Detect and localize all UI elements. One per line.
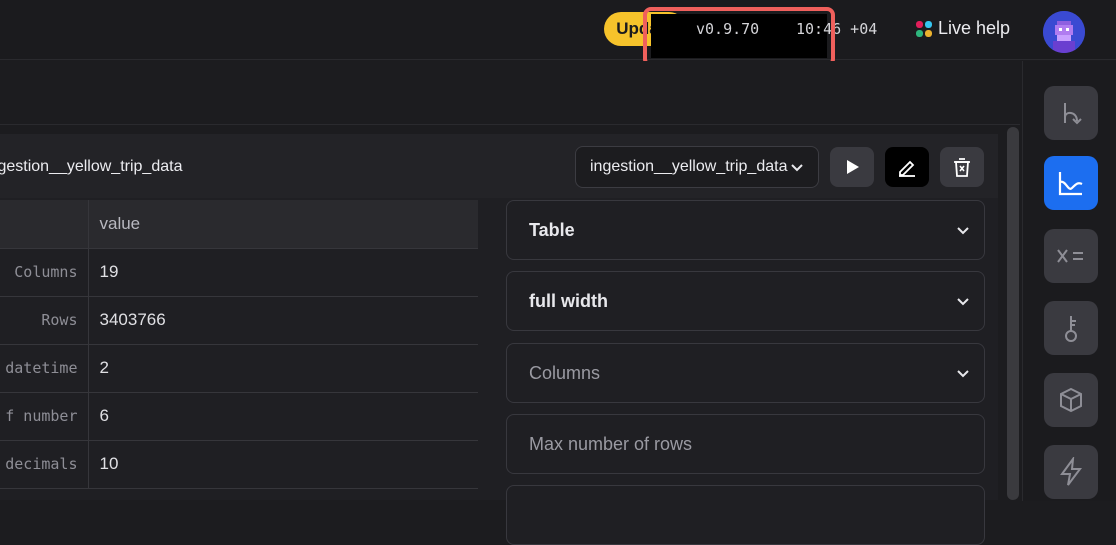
top-bar: Update v0.9.70 10:46 +04 Live help (0, 0, 1116, 67)
row-key: Columns (0, 248, 89, 297)
trash-icon (954, 158, 970, 177)
chevron-down-icon (791, 164, 803, 172)
right-rail (1022, 61, 1116, 501)
play-icon (847, 160, 859, 174)
sub-toolbar (0, 61, 1020, 125)
package-button[interactable] (1044, 373, 1098, 427)
row-value: 3403766 (88, 296, 478, 345)
variables-button[interactable] (1044, 229, 1098, 283)
lightning-icon (1060, 457, 1082, 486)
max-rows-input[interactable]: Max number of rows (506, 414, 985, 474)
max-rows-label: Max number of rows (529, 433, 693, 454)
slack-icon (916, 20, 932, 37)
block-title-text: ingestion__yellow_trip_data (0, 158, 183, 175)
data-block: ingestion__yellow_trip_data ingestion__y… (0, 134, 998, 545)
chevron-down-icon (957, 227, 969, 235)
triggers-button[interactable] (1044, 445, 1098, 499)
width-label: full width (529, 290, 608, 311)
chart-icon (1058, 172, 1083, 196)
run-button[interactable] (830, 147, 874, 187)
secrets-button[interactable] (1044, 301, 1098, 355)
edit-button[interactable] (885, 147, 929, 187)
chevron-down-icon (957, 298, 969, 306)
config-field-next[interactable] (506, 485, 985, 545)
chart-type-label: Table (529, 219, 575, 240)
row-value: 10 (88, 440, 478, 489)
pencil-icon (899, 160, 915, 177)
block-selector-label: ingestion__yellow_trip_data (590, 158, 788, 175)
chart-button[interactable] (1044, 156, 1098, 210)
table-header-key (0, 200, 89, 249)
row-key: datetime (0, 344, 89, 393)
table-row: Rows 3403766 (0, 296, 478, 345)
cube-icon (1060, 387, 1082, 413)
key-icon (1065, 316, 1077, 342)
avatar[interactable] (1043, 11, 1085, 53)
row-key: Rows (0, 296, 89, 345)
tree-icon (1064, 103, 1082, 125)
width-select[interactable]: full width (506, 271, 985, 331)
row-value: 19 (88, 248, 478, 297)
delete-button[interactable] (940, 147, 984, 187)
table-row: decimals 10 (0, 440, 478, 489)
variables-icon (1057, 249, 1083, 263)
tree-view-button[interactable] (1044, 86, 1098, 140)
block-selector[interactable]: ingestion__yellow_trip_data (575, 146, 819, 188)
table-row: Columns 19 (0, 248, 478, 297)
columns-select[interactable]: Columns (506, 343, 985, 403)
columns-label: Columns (529, 362, 601, 383)
scrollbar[interactable] (1007, 127, 1019, 500)
table-row: f number 6 (0, 392, 478, 441)
table-header-value: value (88, 200, 478, 249)
row-value: 2 (88, 344, 478, 393)
table-row: datetime 2 (0, 344, 478, 393)
summary-table: value Columns 19 Rows 3403766 datetime 2… (0, 200, 478, 489)
block-header: ingestion__yellow_trip_data ingestion__y… (0, 134, 998, 198)
chart-type-select[interactable]: Table (506, 200, 985, 260)
block-title: ingestion__yellow_trip_data (0, 158, 182, 176)
row-value: 6 (88, 392, 478, 441)
live-help-link[interactable]: Live help (916, 18, 1010, 39)
chevron-down-icon (957, 370, 969, 378)
highlight-box (643, 7, 835, 67)
table-header-row: value (0, 200, 478, 249)
live-help-label: Live help (938, 18, 1011, 38)
row-key: f number (0, 392, 89, 441)
row-key: decimals (0, 440, 89, 489)
